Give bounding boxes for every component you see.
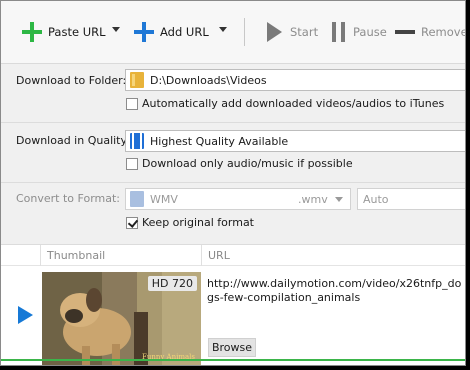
play-icon: [267, 22, 282, 42]
format-select[interactable]: WMV .wmv: [125, 188, 351, 210]
audio-only-checkbox-row[interactable]: Download only audio/music if possible: [126, 157, 353, 170]
section-divider: [1, 122, 465, 123]
format-extension: .wmv: [298, 192, 328, 206]
download-folder-field[interactable]: D:\Downloads\Videos: [125, 69, 465, 91]
quality-select[interactable]: Highest Quality Available: [125, 130, 465, 152]
add-url-label: Add URL: [160, 25, 209, 39]
video-thumbnail: HD 720 Funny Animals: [42, 272, 201, 365]
itunes-checkbox-label: Automatically add downloaded videos/audi…: [142, 97, 445, 110]
audio-only-checkbox-label: Download only audio/music if possible: [142, 157, 353, 170]
pause-label: Pause: [353, 25, 387, 39]
hd-badge: HD 720: [147, 276, 197, 291]
video-url: http://www.dailymotion.com/video/x26tnfp…: [207, 277, 462, 304]
chevron-down-icon: [335, 197, 343, 202]
start-button[interactable]: Start: [267, 21, 318, 43]
paste-url-label: Paste URL: [48, 25, 106, 39]
format-value: WMV: [150, 192, 178, 206]
section-divider: [1, 182, 465, 183]
conversion-option-select[interactable]: Auto: [357, 188, 465, 210]
quality-label: Download in Quality:: [16, 134, 130, 147]
video-format-icon: [130, 191, 144, 207]
remove-button[interactable]: Remove: [395, 21, 466, 43]
quality-value: Highest Quality Available: [150, 134, 289, 148]
minus-icon: [395, 30, 415, 34]
conversion-option-value: Auto: [363, 192, 389, 206]
table-row[interactable]: HD 720 Funny Animals http://www.dailymot…: [1, 266, 465, 365]
download-list-header: Thumbnail URL: [1, 244, 465, 266]
keep-original-checkbox-label: Keep original format: [142, 216, 254, 229]
add-url-dropdown-icon[interactable]: [219, 27, 227, 32]
keep-original-checkbox[interactable]: [126, 216, 138, 229]
column-header-thumbnail[interactable]: Thumbnail: [47, 249, 105, 262]
convert-label: Convert to Format:: [16, 192, 121, 205]
download-folder-value: D:\Downloads\Videos: [150, 73, 267, 87]
audio-only-checkbox[interactable]: [126, 157, 138, 170]
keep-original-checkbox-row[interactable]: Keep original format: [126, 216, 254, 229]
paste-url-dropdown-icon[interactable]: [112, 27, 120, 32]
film-icon: [130, 133, 144, 149]
toolbar: Paste URL Add URL Start Pause Remove: [1, 1, 466, 63]
paste-url-button[interactable]: Paste URL: [22, 21, 106, 43]
toolbar-divider: [1, 63, 465, 64]
blue-plus-icon: [134, 22, 154, 42]
add-url-button[interactable]: Add URL: [134, 21, 209, 43]
remove-label: Remove: [421, 25, 466, 39]
pause-icon: [332, 22, 345, 42]
itunes-checkbox-row[interactable]: Automatically add downloaded videos/audi…: [126, 97, 444, 110]
toolbar-separator: [244, 18, 245, 46]
green-plus-icon: [22, 22, 42, 42]
download-folder-label: Download to Folder:: [16, 74, 127, 87]
pause-button[interactable]: Pause: [332, 21, 387, 43]
start-label: Start: [290, 25, 319, 39]
itunes-checkbox[interactable]: [126, 97, 138, 110]
download-progress-bar: [1, 359, 465, 361]
browse-button[interactable]: Browse: [208, 338, 256, 357]
app-window: Paste URL Add URL Start Pause Remove Dow…: [0, 0, 466, 366]
play-icon[interactable]: [18, 306, 33, 324]
folder-icon: [130, 72, 144, 88]
column-header-url[interactable]: URL: [208, 249, 230, 262]
